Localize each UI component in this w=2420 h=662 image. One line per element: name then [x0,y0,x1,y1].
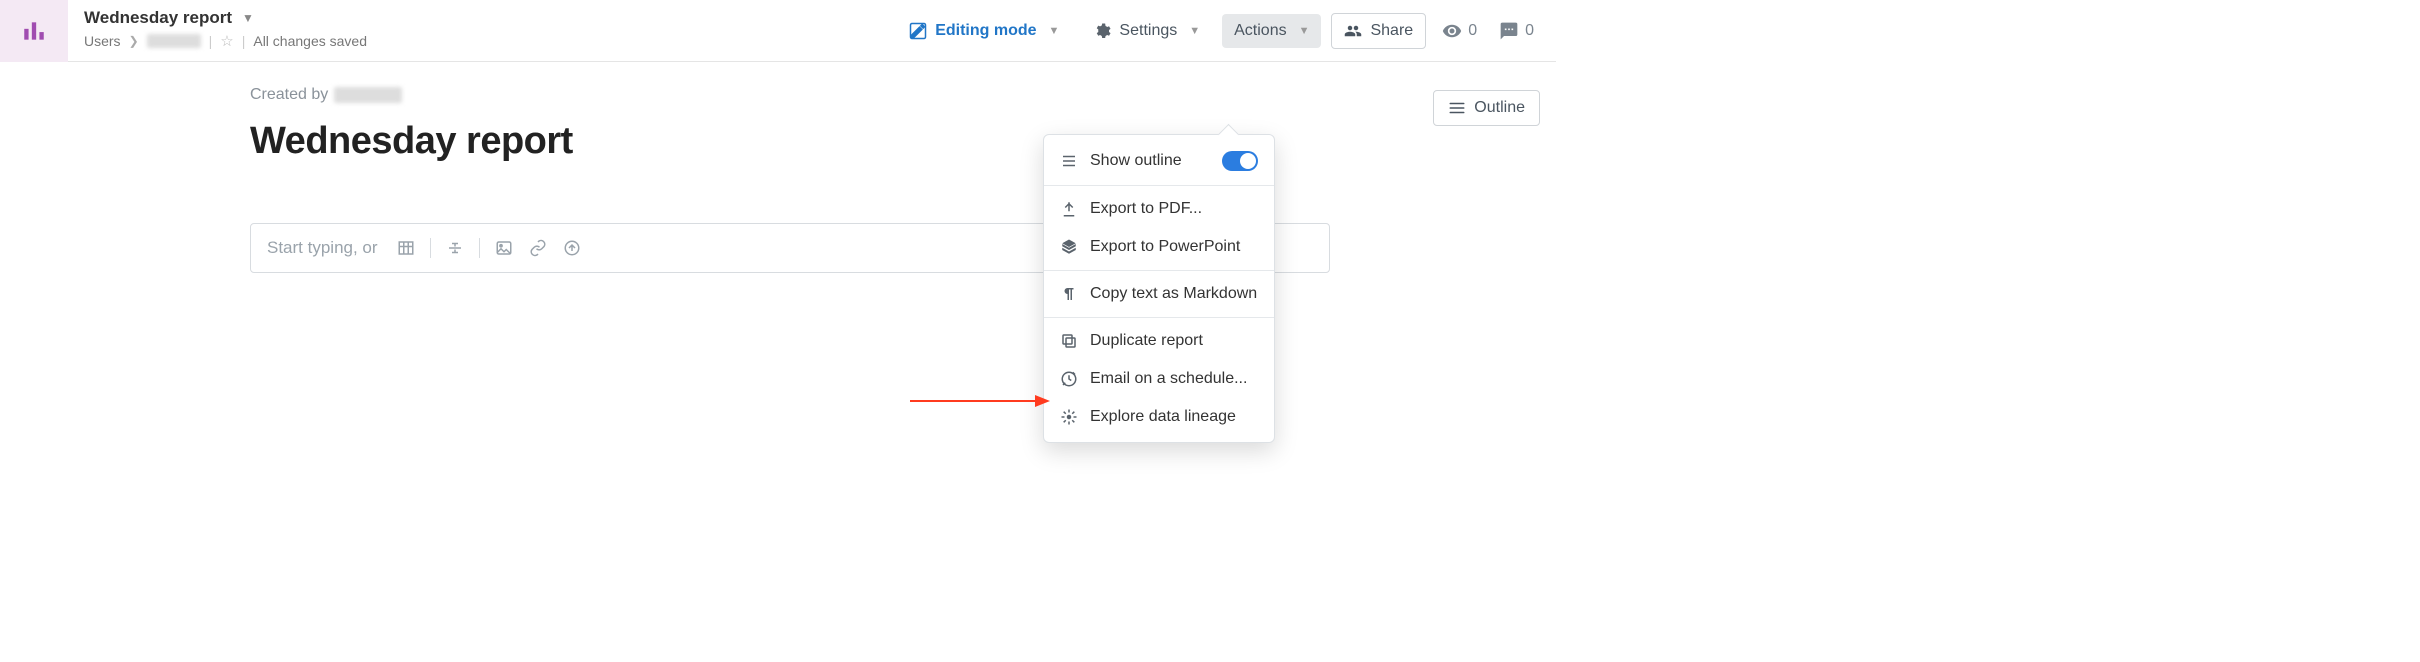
image-icon[interactable] [494,238,514,258]
outline-toggle-button[interactable]: Outline [1433,90,1540,126]
settings-button[interactable]: Settings ▼ [1081,14,1212,48]
caret-down-icon: ▼ [1189,25,1200,37]
outline-toggle-switch[interactable] [1222,151,1258,171]
content-area: Outline Created by Wednesday report Star… [0,62,1556,273]
report-title: Wednesday report [84,8,232,28]
separator [430,238,431,258]
comment-icon [1499,21,1519,41]
save-status: All changes saved [253,33,367,49]
breadcrumb-row: Users ❯ | ☆ | All changes saved [84,32,367,50]
breadcrumb-root[interactable]: Users [84,33,121,49]
author-name [334,87,402,103]
list-icon [1060,152,1078,170]
upload-icon[interactable] [562,238,582,258]
divider-icon[interactable] [445,238,465,258]
gear-icon [1093,22,1111,40]
separator [479,238,480,258]
menu-email-schedule[interactable]: Email on a schedule... [1044,360,1274,398]
menu-duplicate[interactable]: Duplicate report [1044,322,1274,360]
title-area: Wednesday report ▼ Users ❯ | ☆ | All cha… [68,0,379,50]
menu-export-ppt[interactable]: Export to PowerPoint [1044,228,1274,266]
bar-chart-icon [21,18,47,44]
menu-data-lineage[interactable]: Explore data lineage [1044,398,1274,436]
chevron-right-icon: ❯ [129,34,139,48]
list-icon [1448,99,1466,117]
editing-mode-button[interactable]: Editing mode ▼ [897,14,1071,48]
menu-copy-markdown[interactable]: Copy text as Markdown [1044,275,1274,313]
paragraph-icon [1060,285,1078,303]
people-icon [1344,22,1362,40]
breadcrumb-user[interactable] [147,34,201,48]
schedule-icon [1060,370,1078,388]
menu-show-outline[interactable]: Show outline [1044,141,1274,181]
caret-down-icon: ▼ [1049,25,1060,37]
actions-dropdown: Show outline Export to PDF... Export to … [1043,134,1275,443]
share-button[interactable]: Share [1331,13,1426,49]
link-icon[interactable] [528,238,548,258]
eye-icon [1442,21,1462,41]
report-title-dropdown[interactable]: Wednesday report ▼ [84,8,367,28]
upload-icon [1060,200,1078,218]
lineage-icon [1060,408,1078,426]
top-bar: Wednesday report ▼ Users ❯ | ☆ | All cha… [0,0,1556,62]
separator: | [242,33,246,49]
menu-separator [1044,317,1274,318]
layers-icon [1060,238,1078,256]
star-icon[interactable]: ☆ [220,32,233,50]
copy-icon [1060,332,1078,350]
actions-button[interactable]: Actions ▼ [1222,14,1321,48]
separator: | [209,33,213,49]
menu-separator [1044,185,1274,186]
comments-count[interactable]: 0 [1493,21,1540,41]
editor-placeholder: Start typing, or [267,238,382,258]
caret-down-icon: ▼ [242,11,254,25]
app-logo[interactable] [0,0,68,62]
toolbar: Editing mode ▼ Settings ▼ Actions ▼ Shar… [897,0,1540,62]
menu-separator [1044,270,1274,271]
created-by-label: Created by [250,86,1330,104]
caret-down-icon: ▼ [1299,25,1310,37]
edit-icon [909,22,927,40]
views-count[interactable]: 0 [1436,21,1483,41]
menu-export-pdf[interactable]: Export to PDF... [1044,190,1274,228]
annotation-arrow [910,391,1040,395]
table-icon[interactable] [396,238,416,258]
